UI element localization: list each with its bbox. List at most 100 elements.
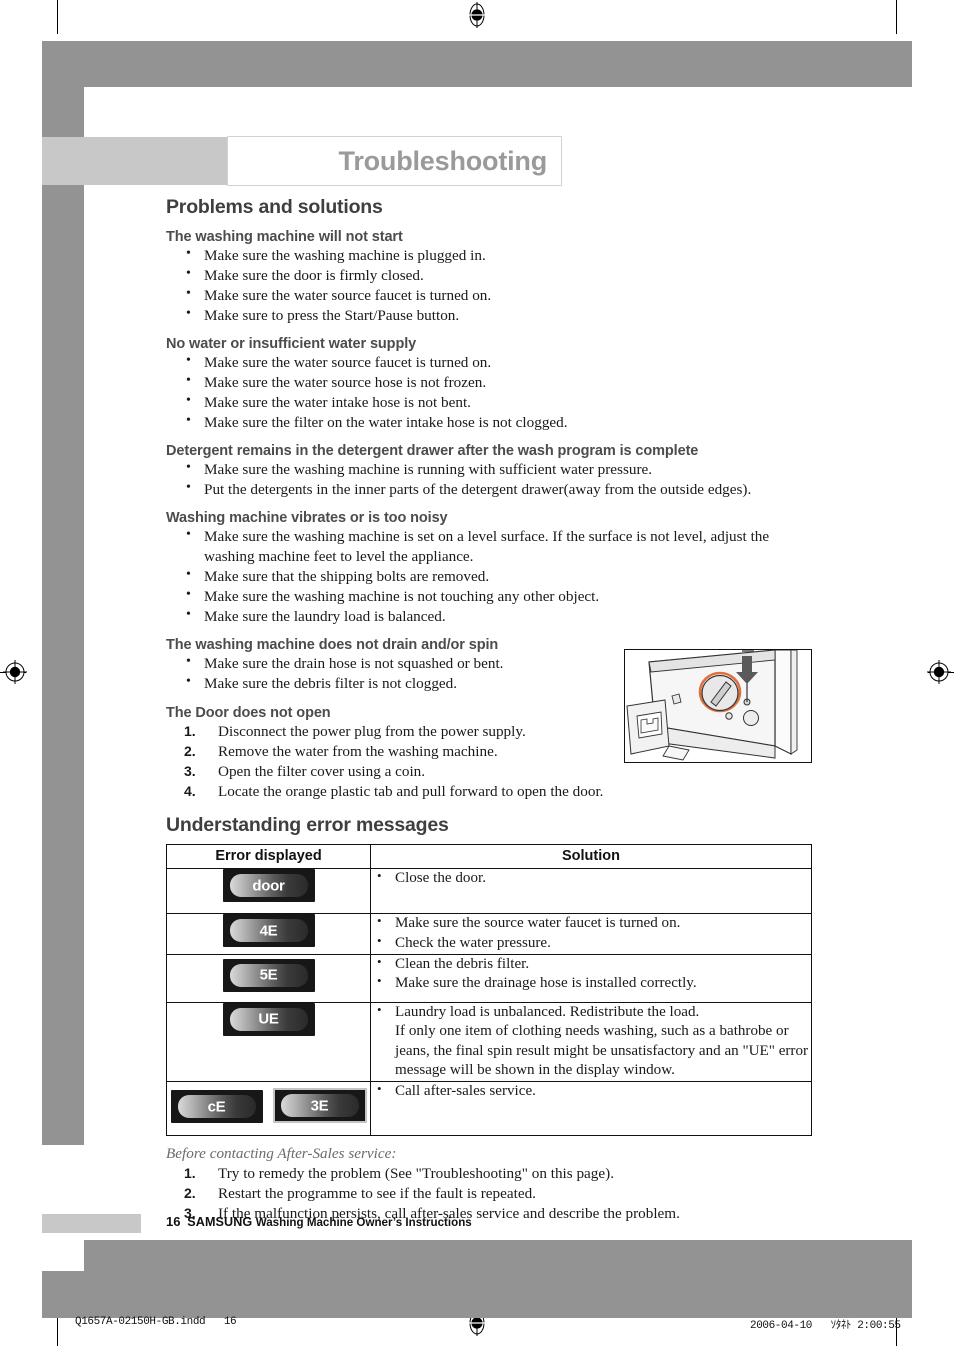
- list-item: Make sure the washing machine is plugged…: [184, 245, 816, 266]
- table-row: door Close the door.: [166, 868, 812, 915]
- bullet-list-no-water: Make sure the water source faucet is tur…: [166, 352, 816, 433]
- page-accent-block-top: [42, 137, 228, 185]
- chapter-title-box: Troubleshooting: [227, 136, 562, 186]
- list-item: Make sure the filter on the water intake…: [184, 412, 816, 433]
- problems-heading: Problems and solutions: [166, 196, 383, 218]
- led-display-5e: 5E: [222, 958, 315, 992]
- crop-mark-top-left: [57, 0, 58, 34]
- solution-continuation-text: If only one item of clothing needs washi…: [395, 1023, 809, 1079]
- print-footer-right: 2006-04-10 ｿﾀﾈﾄ 2:00:55: [750, 1316, 901, 1332]
- page-footer: 16 SAMSUNG Washing Machine Owner’s Instr…: [166, 1214, 472, 1229]
- subsection-heading-vibrates: Washing machine vibrates or is too noisy: [166, 509, 448, 526]
- page-content: Problems and solutions The washing machi…: [166, 196, 816, 1224]
- list-item: Make sure the drain hose is not squashed…: [184, 653, 816, 674]
- registration-mark-left: [3, 660, 27, 684]
- page-band-top: [42, 41, 912, 87]
- page-accent-block-bottom: [42, 1214, 141, 1233]
- bullet-list-will-not-start: Make sure the washing machine is plugged…: [166, 245, 816, 326]
- subsection-heading-door-does-not-open: The Door does not open: [166, 704, 331, 721]
- solution-cell: Close the door.: [370, 868, 812, 915]
- list-item: Make sure to press the Start/Pause butto…: [184, 305, 816, 326]
- bullet-list-does-not-drain: Make sure the drain hose is not squashed…: [166, 653, 816, 694]
- table-row: 5E Clean the debris filter. Make sure th…: [166, 953, 812, 1003]
- table-row: 4E Make sure the source water faucet is …: [166, 913, 812, 955]
- column-header-error-displayed: Error displayed: [166, 844, 371, 870]
- led-display-door: door: [222, 869, 315, 903]
- print-filename: Q1657A-02150H-GB.indd: [75, 1316, 206, 1328]
- list-item: Make sure the door is firmly closed.: [184, 265, 816, 286]
- error-display-cell: UE: [166, 1001, 371, 1083]
- list-item: Make sure the debris filter is not clogg…: [184, 673, 816, 694]
- error-display-cell: door: [166, 868, 371, 915]
- list-item: Open the filter cover using a coin.: [184, 762, 426, 780]
- numbered-list-door-does-not-open: Disconnect the power plug from the power…: [166, 722, 816, 802]
- page-band-left: [42, 41, 84, 1145]
- error-display-cell: cE 3E: [166, 1081, 371, 1137]
- error-display-cell: 4E: [166, 913, 371, 955]
- list-item: Laundry load is unbalanced. Redistribute…: [371, 1002, 811, 1023]
- list-item: Make sure that the shipping bolts are re…: [184, 566, 816, 587]
- list-item: Try to remedy the problem (See "Troubles…: [184, 1164, 614, 1183]
- led-display-label: 5E: [259, 966, 278, 984]
- list-item: Make sure the water source faucet is tur…: [184, 285, 816, 306]
- page-band-bottom: [42, 1271, 912, 1318]
- footer-page-number: 16: [166, 1214, 181, 1229]
- led-display-label: 4E: [259, 922, 278, 940]
- page-band-bottom-inner: [84, 1240, 912, 1272]
- page-title: Troubleshooting: [338, 146, 548, 176]
- led-display-3e: 3E: [272, 1088, 367, 1124]
- print-footer-left: Q1657A-02150H-GB.indd 16: [75, 1316, 237, 1328]
- table-row: UE Laundry load is unbalanced. Redistrib…: [166, 1001, 812, 1083]
- list-item: Make sure the washing machine is running…: [184, 459, 816, 480]
- list-item: Make sure the laundry load is balanced.: [184, 606, 816, 627]
- solution-cell: Laundry load is unbalanced. Redistribute…: [370, 1001, 812, 1083]
- bullet-list-detergent-remains: Make sure the washing machine is running…: [166, 459, 816, 500]
- solution-cell: Clean the debris filter. Make sure the d…: [370, 953, 812, 1003]
- subsection-heading-does-not-drain: The washing machine does not drain and/o…: [166, 636, 499, 653]
- list-item: Make sure the water intake hose is not b…: [184, 392, 816, 413]
- subsection-heading-will-not-start: The washing machine will not start: [166, 229, 403, 245]
- solution-cell: Call after-sales service.: [370, 1081, 812, 1137]
- list-item: Make sure the water source hose is not f…: [184, 372, 816, 393]
- list-item: Restart the programme to see if the faul…: [184, 1184, 536, 1202]
- list-item: Disconnect the power plug from the power…: [184, 722, 526, 740]
- list-item: Make sure the source water faucet is tur…: [371, 913, 811, 934]
- bullet-list-vibrates: Make sure the washing machine is set on …: [166, 526, 816, 627]
- list-item: Make sure the washing machine is not tou…: [184, 586, 816, 607]
- column-header-solution: Solution: [370, 844, 812, 870]
- subsection-heading-detergent-remains: Detergent remains in the detergent drawe…: [166, 442, 699, 459]
- subsection-heading-no-water: No water or insufficient water supply: [166, 335, 417, 352]
- led-display-label: cE: [207, 1098, 226, 1116]
- list-item: Make sure the washing machine is set on …: [184, 526, 804, 567]
- led-display-ce: cE: [170, 1090, 263, 1124]
- list-item: Check the water pressure.: [371, 933, 811, 954]
- crop-mark-top-right: [896, 0, 897, 34]
- list-item: Put the detergents in the inner parts of…: [184, 479, 816, 500]
- list-item: Make sure the water source faucet is tur…: [184, 352, 816, 373]
- footer-subtitle: Washing Machine Owner’s Instructions: [255, 1216, 472, 1229]
- led-display-label: 3E: [310, 1097, 329, 1115]
- led-display-ue: UE: [222, 1002, 315, 1036]
- print-date: 2006-04-10: [750, 1320, 813, 1332]
- table-header-row: Error displayed Solution: [166, 844, 812, 870]
- print-time: ｿﾀﾈﾄ 2:00:55: [830, 1320, 901, 1332]
- print-page-number: 16: [223, 1316, 237, 1328]
- before-contacting-note: Before contacting After-Sales service:: [166, 1145, 397, 1163]
- table-row: cE 3E Call after-sales service.: [166, 1081, 812, 1137]
- list-item: Make sure the drainage hose is installed…: [371, 973, 811, 994]
- solution-cell: Make sure the source water faucet is tur…: [370, 913, 812, 955]
- list-item: Locate the orange plastic tab and pull f…: [184, 782, 604, 800]
- registration-mark-top: [466, 2, 488, 28]
- led-display-4e: 4E: [222, 914, 315, 948]
- error-messages-table: Error displayed Solution door Close the …: [166, 844, 812, 1137]
- led-display-label: door: [252, 877, 285, 895]
- list-item: Close the door.: [371, 868, 811, 889]
- list-item: Clean the debris filter.: [371, 954, 811, 975]
- list-item: Call after-sales service.: [371, 1081, 811, 1102]
- led-display-label: UE: [258, 1010, 279, 1028]
- errors-heading: Understanding error messages: [166, 814, 449, 837]
- error-display-cell: 5E: [166, 953, 371, 1003]
- footer-brand: SAMSUNG: [187, 1215, 253, 1229]
- list-item: Remove the water from the washing machin…: [184, 742, 498, 760]
- registration-mark-right: [927, 660, 951, 684]
